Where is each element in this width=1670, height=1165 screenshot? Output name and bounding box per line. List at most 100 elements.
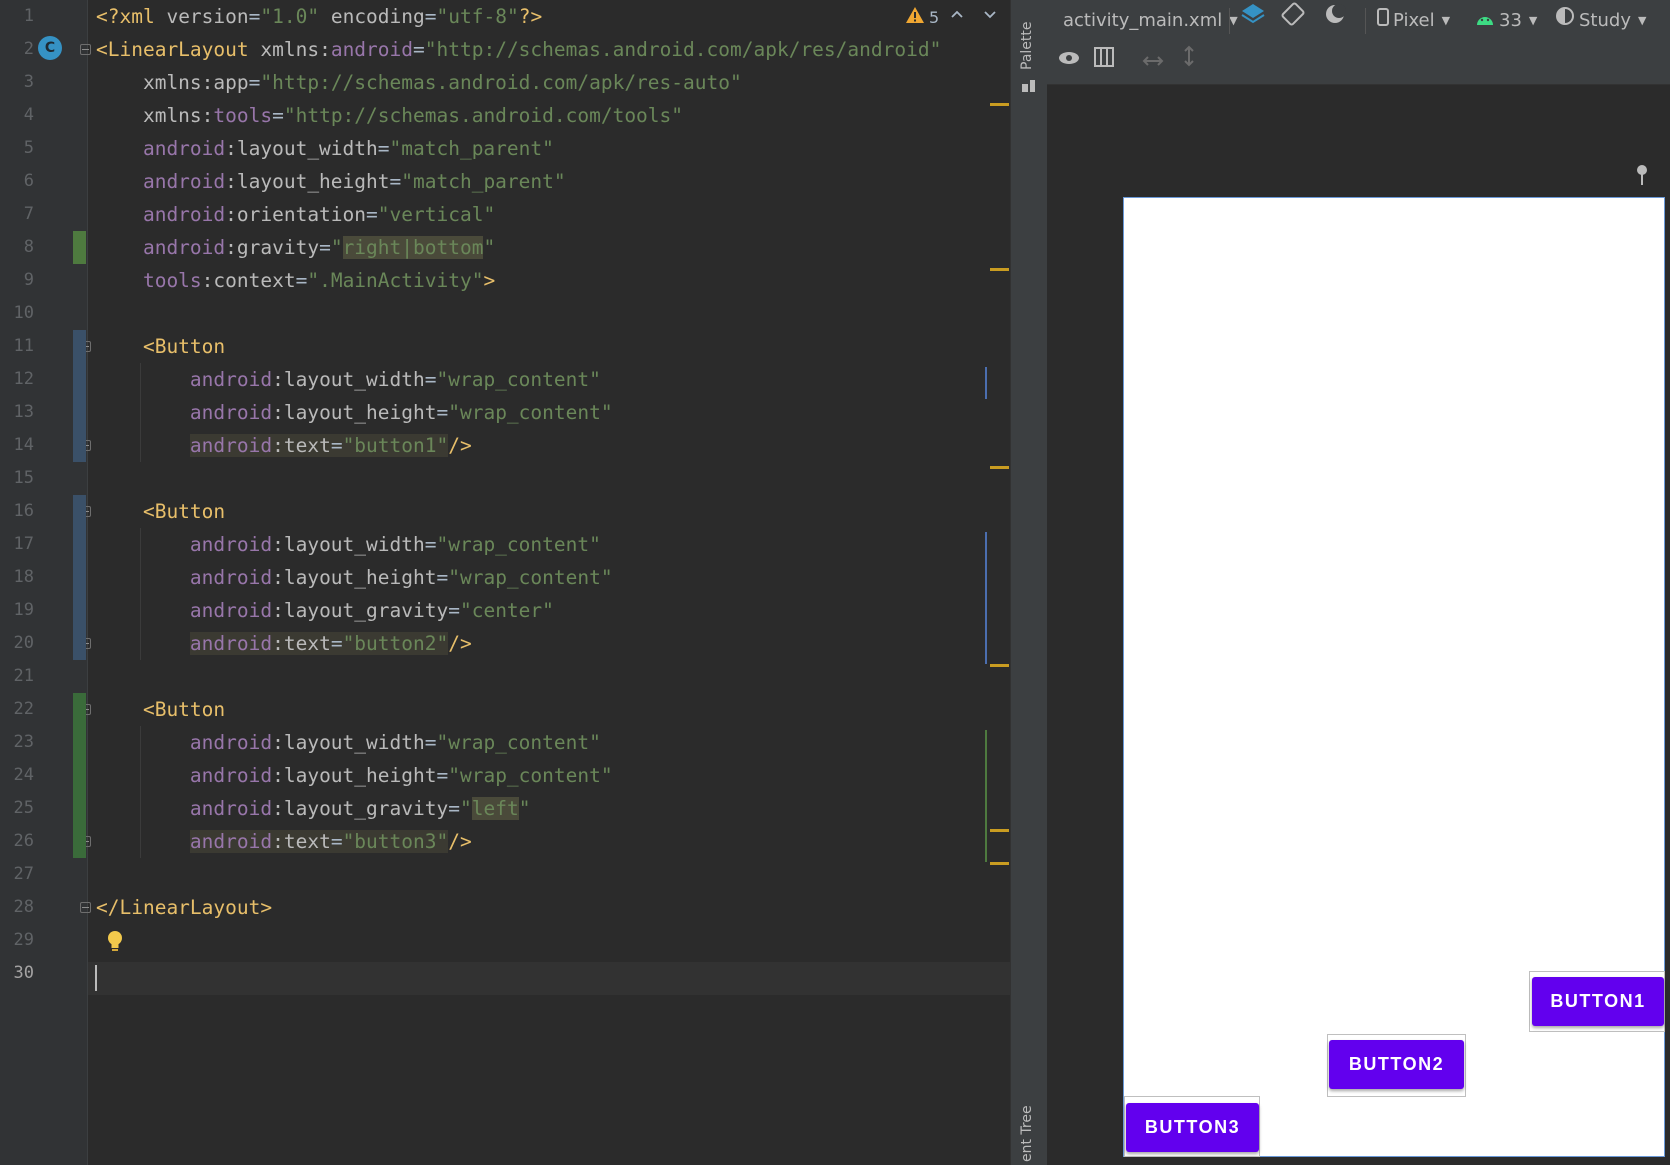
code-token: = [389,170,402,193]
indent-guide [140,363,141,462]
vcs-change-bar[interactable] [73,693,86,858]
code-token: = [448,797,460,820]
file-dropdown[interactable]: activity_main.xml ▼ [1063,0,1238,42]
code-token: tools [213,104,273,127]
device-name: Pixel [1393,10,1435,31]
theme-icon [1555,0,1575,42]
code-line: android:layout_gravity="left" [96,792,530,825]
palette-tab[interactable]: Palette [1019,22,1035,71]
code-token: left [471,797,519,820]
component-tree-tab[interactable]: ent Tree [1019,1105,1035,1162]
code-token: xmlns:app [96,71,249,94]
code-line: android:layout_height="wrap_content" [96,561,613,594]
warning-marker[interactable] [990,466,1009,469]
vcs-change-bar[interactable] [73,231,86,264]
code-token: "button1" [342,434,449,457]
api-dropdown[interactable]: 33 ▼ [1475,0,1537,42]
code-token: :layout_gravity [272,599,449,622]
code-token: /> [448,434,472,457]
code-token: = [436,566,449,589]
layers-button[interactable] [1240,0,1266,42]
code-token: :layout_width [272,533,425,556]
file-name: activity_main.xml [1063,10,1223,31]
device-preview[interactable]: BUTTON1 BUTTON2 BUTTON3 [1123,197,1665,1157]
line-number: 10 [13,303,34,323]
code-token: = [436,764,449,787]
class-gutter-icon[interactable]: C [38,36,62,60]
code-editor[interactable]: 1 2 3 4 5 6 7 8 9 10 11 12 13 14 15 16 17 18 19 20 21 22 23 24 2… [0,0,1010,1165]
device-dropdown[interactable]: Pixel ▼ [1377,0,1450,42]
warning-marker[interactable] [990,268,1009,271]
pin-icon[interactable] [1635,164,1649,186]
code-token: " [330,236,343,259]
horizontal-arrows-icon [1141,42,1165,84]
view-options-button[interactable] [1057,42,1081,84]
code-token: android [96,137,226,160]
code-token: = [272,104,284,127]
button2[interactable]: BUTTON2 [1329,1040,1464,1089]
indent-guide [140,726,141,858]
code-token: "match_parent" [401,170,566,193]
code-token: ?> [518,5,543,28]
code-area[interactable]: <?xml version="1.0" encoding="utf-8"?> <L… [96,0,1010,1165]
inspection-widget[interactable]: 5 [905,6,939,28]
code-token: encoding [319,5,425,28]
warning-marker[interactable] [990,862,1009,865]
code-token: tools [96,269,202,292]
code-token: :context [201,269,296,292]
previous-highlight-icon[interactable] [950,6,964,26]
code-token: "http://schemas.android.com/apk/res-auto… [260,71,742,94]
vcs-change-bar[interactable] [73,330,86,462]
lightbulb-icon[interactable] [107,930,123,956]
code-token: = [424,533,437,556]
line-number: 21 [13,666,34,686]
code-token: android [189,632,273,655]
code-line: <?xml version="1.0" encoding="utf-8"?> [96,0,542,33]
warning-marker[interactable] [990,664,1009,667]
indent-guide [140,528,141,660]
palette-icon[interactable] [1020,76,1038,94]
code-line: android:text="button3"/> [96,825,472,858]
line-number: 30 [13,963,34,983]
horizontal-resize-button[interactable] [1141,42,1165,84]
code-token: android [96,236,226,259]
vertical-resize-button[interactable] [1182,42,1196,84]
line-number-gutter: 1 2 3 4 5 6 7 8 9 10 11 12 13 14 15 16 17 18 19 20 21 22 23 24 2… [0,0,91,1165]
code-token: " [518,797,531,820]
code-line: android:layout_width="match_parent" [96,132,554,165]
blueprint-button[interactable] [1093,42,1115,84]
night-mode-button[interactable] [1323,0,1347,42]
code-token: " [483,236,496,259]
vcs-change-bar[interactable] [73,495,86,660]
code-line: android:layout_width="wrap_content" [96,528,601,561]
code-token: ".MainActivity" [307,269,484,292]
vertical-arrows-icon [1182,42,1196,84]
phone-icon [1377,0,1389,42]
theme-dropdown[interactable]: Study ▼ [1555,0,1646,42]
button1[interactable]: BUTTON1 [1532,977,1664,1026]
fold-toggle-icon[interactable] [80,44,91,55]
code-token: "wrap_content" [436,731,601,754]
line-number: 17 [13,534,34,554]
code-token: android [96,566,273,589]
code-line: <Button [96,693,225,726]
code-token: android [96,533,273,556]
code-line: android:layout_height="wrap_content" [96,396,613,429]
code-line: android:gravity="right|bottom" [96,231,495,264]
code-token: version [166,5,249,28]
warning-marker[interactable] [990,829,1009,832]
line-number: 5 [23,138,34,158]
next-highlight-icon[interactable] [983,6,997,26]
code-token: :layout_height [272,764,437,787]
fold-toggle-icon[interactable] [80,902,91,913]
code-token: android [96,731,273,754]
warning-marker[interactable] [990,103,1009,106]
code-token: xmlns: [260,38,331,61]
code-token: :layout_width [272,368,425,391]
line-number: 22 [13,699,34,719]
view-options-toolbar [1047,42,1670,85]
orientation-button[interactable] [1280,0,1306,42]
code-token: android [96,797,273,820]
button3[interactable]: BUTTON3 [1126,1103,1259,1152]
change-marker [985,532,987,664]
